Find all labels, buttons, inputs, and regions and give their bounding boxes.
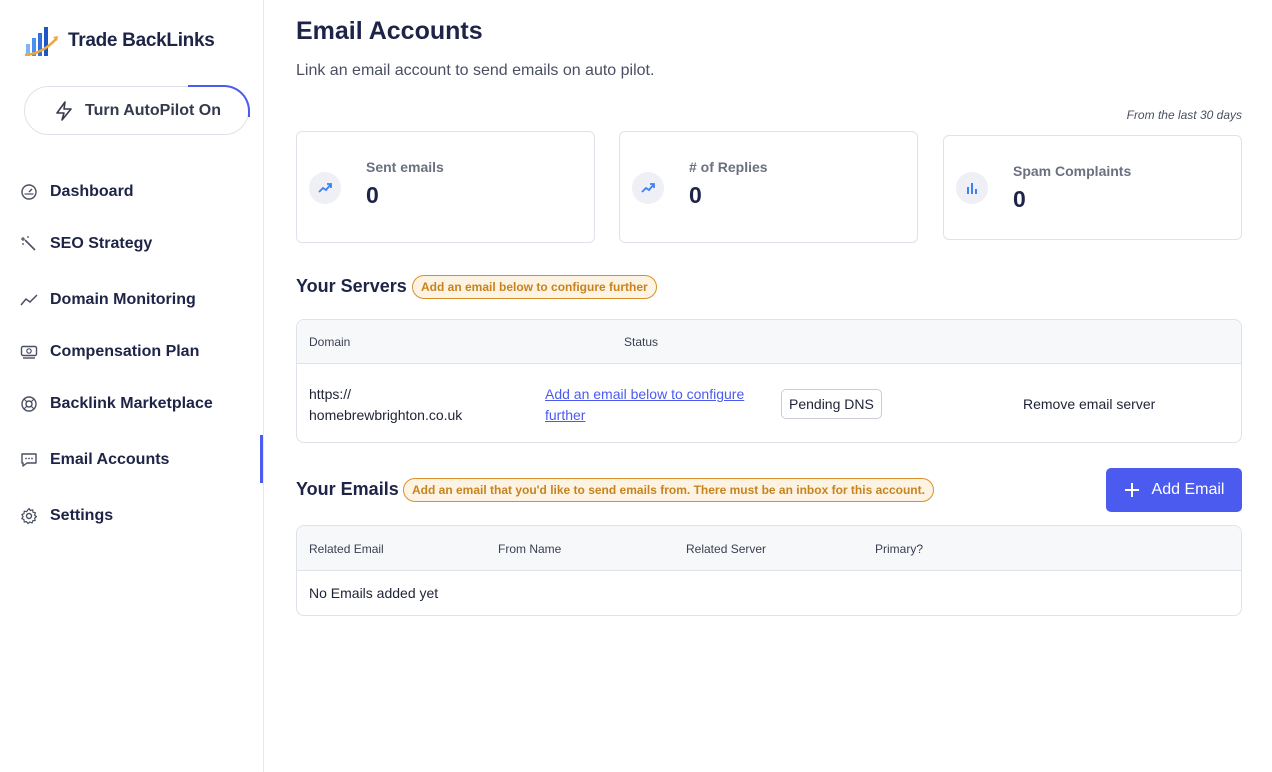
column-header-domain: Domain [309, 335, 351, 349]
trending-up-icon [309, 172, 341, 204]
servers-hint-badge: Add an email below to configure further [412, 275, 657, 299]
sidebar-item-label: Domain Monitoring [50, 291, 196, 308]
sidebar-item-settings[interactable]: Settings [20, 504, 113, 528]
sidebar-item-label: Email Accounts [50, 451, 170, 468]
brand-name: Trade BackLinks [68, 30, 215, 51]
stat-label: Spam Complaints [1013, 163, 1132, 179]
column-header-related-server: Related Server [686, 542, 767, 556]
lightning-icon [56, 100, 72, 121]
page-subtitle: Link an email account to send emails on … [296, 62, 655, 79]
gear-icon [21, 507, 38, 525]
stat-label: # of Replies [689, 159, 768, 175]
column-header-from-name: From Name [498, 542, 562, 556]
stat-value: 0 [366, 182, 379, 208]
period-note: From the last 30 days [1126, 108, 1242, 122]
stat-label: Sent emails [366, 159, 444, 175]
server-domain-host: homebrewbrighton.co.uk [309, 407, 463, 423]
sidebar-item-compensation-plan[interactable]: Compensation Plan [20, 340, 199, 364]
sidebar-item-email-accounts[interactable]: Email Accounts [20, 448, 169, 472]
sidebar-item-label: Backlink Marketplace [50, 395, 213, 412]
servers-table-header: Domain Status [297, 320, 1241, 364]
column-header-status: Status [624, 335, 659, 349]
sidebar-item-label: Compensation Plan [50, 343, 200, 360]
stat-value: 0 [1013, 186, 1026, 212]
servers-table: Domain Status https:// homebrewbrighton.… [296, 319, 1242, 443]
sidebar-item-dashboard[interactable]: Dashboard [20, 180, 134, 204]
sidebar-item-seo-strategy[interactable]: SEO Strategy [20, 232, 152, 256]
status-badge: Pending DNS [781, 389, 882, 419]
money-icon [20, 345, 38, 359]
sidebar-item-backlink-marketplace[interactable]: Backlink Marketplace [20, 392, 213, 416]
server-domain: https:// homebrewbrighton.co.uk [309, 384, 462, 426]
sidebar-item-label: SEO Strategy [50, 235, 153, 252]
magic-wand-icon [21, 236, 36, 251]
column-header-primary: Primary? [875, 542, 924, 556]
sidebar-item-label: Settings [50, 507, 114, 524]
empty-state-row: No Emails added yet [297, 571, 1241, 615]
add-email-label: Add Email [1151, 481, 1225, 498]
empty-state-message: No Emails added yet [309, 585, 439, 601]
sidebar: Trade BackLinks Turn AutoPilot On Dashbo… [0, 0, 264, 772]
remove-email-server-button[interactable]: Remove email server [1023, 396, 1155, 412]
emails-hint-badge: Add an email that you'd like to send ema… [403, 478, 934, 502]
emails-title: Your Emails [296, 479, 399, 499]
stat-card-spam-complaints: Spam Complaints 0 [943, 135, 1242, 240]
plus-icon [1124, 483, 1139, 497]
chat-bubble-icon [21, 453, 37, 467]
server-domain-protocol: https:// [309, 386, 352, 402]
table-row: https:// homebrewbrighton.co.uk Add an e… [297, 364, 1241, 442]
lifebuoy-icon [21, 396, 37, 412]
active-nav-indicator [260, 435, 263, 483]
trending-up-icon [632, 172, 664, 204]
logo-bars-icon [24, 27, 58, 57]
emails-table: Related Email From Name Related Server P… [296, 525, 1242, 616]
sidebar-item-domain-monitoring[interactable]: Domain Monitoring [20, 288, 196, 312]
brand-logo[interactable]: Trade BackLinks [24, 24, 215, 58]
column-header-related-email: Related Email [309, 542, 384, 556]
trend-line-icon [20, 294, 38, 306]
servers-title: Your Servers [296, 276, 407, 296]
stat-card-replies: # of Replies 0 [619, 131, 918, 243]
stat-card-sent-emails: Sent emails 0 [296, 131, 595, 243]
emails-table-header: Related Email From Name Related Server P… [297, 526, 1241, 571]
autopilot-toggle-button[interactable]: Turn AutoPilot On [24, 85, 250, 135]
sidebar-item-label: Dashboard [50, 183, 134, 200]
bar-chart-icon [956, 172, 988, 204]
configure-server-link[interactable]: Add an email below to configure further [545, 384, 765, 426]
stat-value: 0 [689, 182, 702, 208]
dashboard-gauge-icon [21, 184, 37, 200]
autopilot-label: Turn AutoPilot On [85, 101, 221, 119]
page-title: Email Accounts [296, 17, 483, 45]
add-email-button[interactable]: Add Email [1106, 468, 1242, 512]
